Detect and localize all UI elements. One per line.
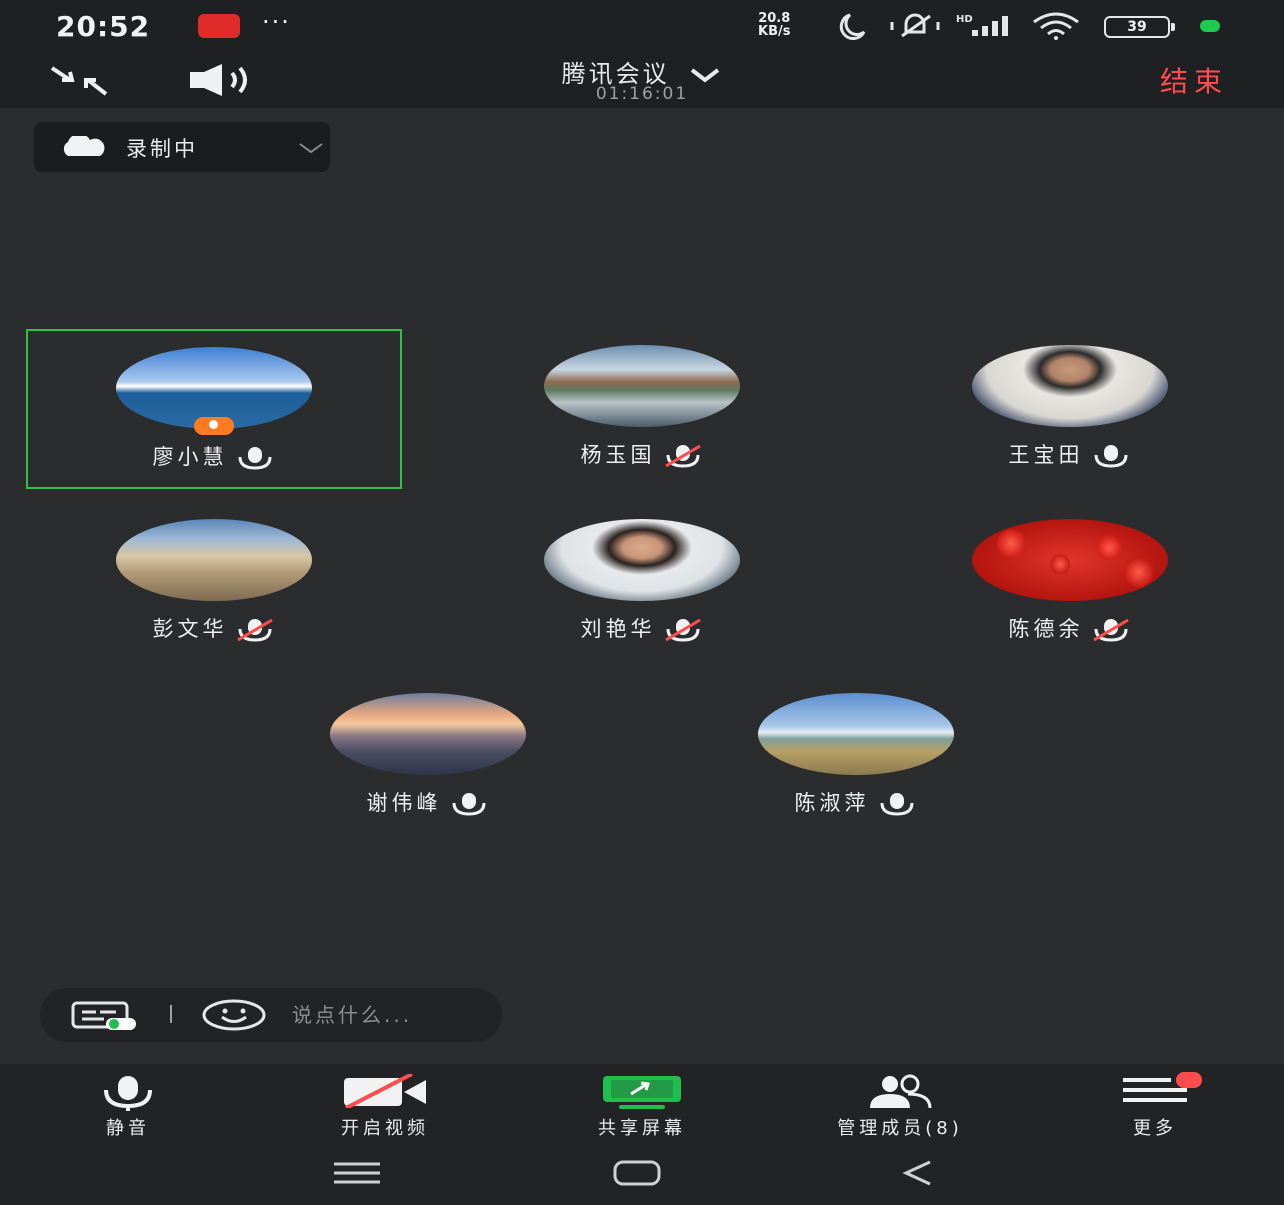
share-screen-icon: [603, 1076, 681, 1109]
network-speed: 20.8 KB/s: [758, 12, 790, 38]
participant-tile[interactable]: 陈淑萍: [668, 677, 1044, 837]
avatar: [544, 519, 740, 601]
participant-name: 王宝田: [1008, 443, 1084, 467]
recording-label: 录制中: [126, 137, 198, 161]
emoji-icon[interactable]: [200, 998, 268, 1032]
status-bar: 20:52 ··· 20.8 KB/s HD 39: [0, 0, 1284, 52]
vibrate-bell-icon: [890, 13, 940, 38]
participant-tile[interactable]: 彭文华: [26, 503, 402, 663]
start-video-button[interactable]: 开启视频: [300, 1064, 470, 1144]
more-label: 更多: [1133, 1118, 1177, 1139]
microphone-icon: [880, 793, 913, 816]
chevron-down-icon: [299, 143, 323, 154]
mute-label: 静音: [106, 1118, 150, 1139]
recording-status-button[interactable]: 录制中: [34, 122, 330, 172]
end-meeting-button[interactable]: 结束: [1160, 60, 1228, 100]
participant-name: 刘艳华: [580, 617, 656, 641]
microphone-muted-icon: [1092, 618, 1129, 642]
subtitle-icon[interactable]: [70, 1000, 140, 1032]
participant-tile[interactable]: 王宝田: [882, 329, 1258, 489]
camera-off-icon: [344, 1074, 426, 1108]
microphone-muted-icon: [236, 618, 273, 642]
wifi-icon: [1033, 12, 1079, 40]
avatar: [544, 345, 740, 427]
microphone-icon: [452, 793, 485, 816]
participant-tile[interactable]: 廖小慧: [26, 329, 402, 489]
participant-tile[interactable]: 陈德余: [882, 503, 1258, 663]
recent-apps-icon[interactable]: [332, 1158, 382, 1188]
system-navigation-bar: [0, 1144, 1284, 1205]
start-video-label: 开启视频: [341, 1118, 429, 1139]
avatar: [972, 345, 1168, 427]
avatar: [330, 693, 526, 775]
meeting-timer: 01:16:01: [595, 84, 689, 104]
network-speed-unit: KB/s: [758, 24, 791, 39]
manage-members-button[interactable]: 管理成员(8): [796, 1064, 1004, 1144]
mute-button[interactable]: 静音: [58, 1064, 198, 1144]
participant-name: 杨玉国: [580, 443, 656, 467]
meeting-header: 腾讯会议 01:16:01 结束: [0, 52, 1284, 108]
participant-tile[interactable]: 刘艳华: [454, 503, 830, 663]
bottom-toolbar: 静音 开启视频 共享屏幕 管理成员(8) 更多: [0, 1064, 1284, 1144]
avatar: [972, 519, 1168, 601]
participant-name: 陈德余: [1008, 617, 1084, 641]
privacy-indicator-icon: [1200, 20, 1220, 32]
microphone-icon: [104, 1076, 152, 1111]
signal-icon: [972, 16, 1008, 36]
status-time: 20:52: [56, 10, 151, 43]
microphone-muted-icon: [664, 618, 701, 642]
share-screen-button[interactable]: 共享屏幕: [556, 1064, 728, 1144]
microphone-icon: [238, 447, 271, 470]
avatar: [116, 519, 312, 601]
home-icon[interactable]: [612, 1158, 662, 1188]
host-badge-icon: [194, 417, 234, 435]
app-notification-icon: [198, 14, 240, 38]
more-notifications-icon: ···: [262, 8, 291, 36]
manage-members-label: 管理成员(8): [837, 1118, 963, 1139]
share-screen-label: 共享屏幕: [598, 1118, 686, 1139]
participant-tile[interactable]: 杨玉国: [454, 329, 830, 489]
chat-input[interactable]: [292, 1000, 492, 1030]
participant-name: 陈淑萍: [794, 791, 870, 815]
avatar: [758, 693, 954, 775]
back-icon[interactable]: [898, 1158, 938, 1188]
divider: [170, 1005, 172, 1023]
microphone-icon: [1094, 445, 1127, 468]
participant-tile[interactable]: 谢伟峰: [240, 677, 616, 837]
microphone-muted-icon: [664, 444, 701, 468]
members-icon: [870, 1074, 932, 1109]
participant-name: 廖小慧: [152, 445, 228, 469]
chevron-down-icon: [691, 68, 720, 83]
battery-indicator: 39: [1104, 16, 1175, 38]
cloud-icon: [63, 136, 105, 156]
notification-badge: [1176, 1072, 1202, 1088]
moon-icon: [839, 13, 866, 40]
chat-bar: [40, 988, 502, 1042]
participant-name: 彭文华: [152, 617, 228, 641]
participant-name: 谢伟峰: [366, 791, 442, 815]
